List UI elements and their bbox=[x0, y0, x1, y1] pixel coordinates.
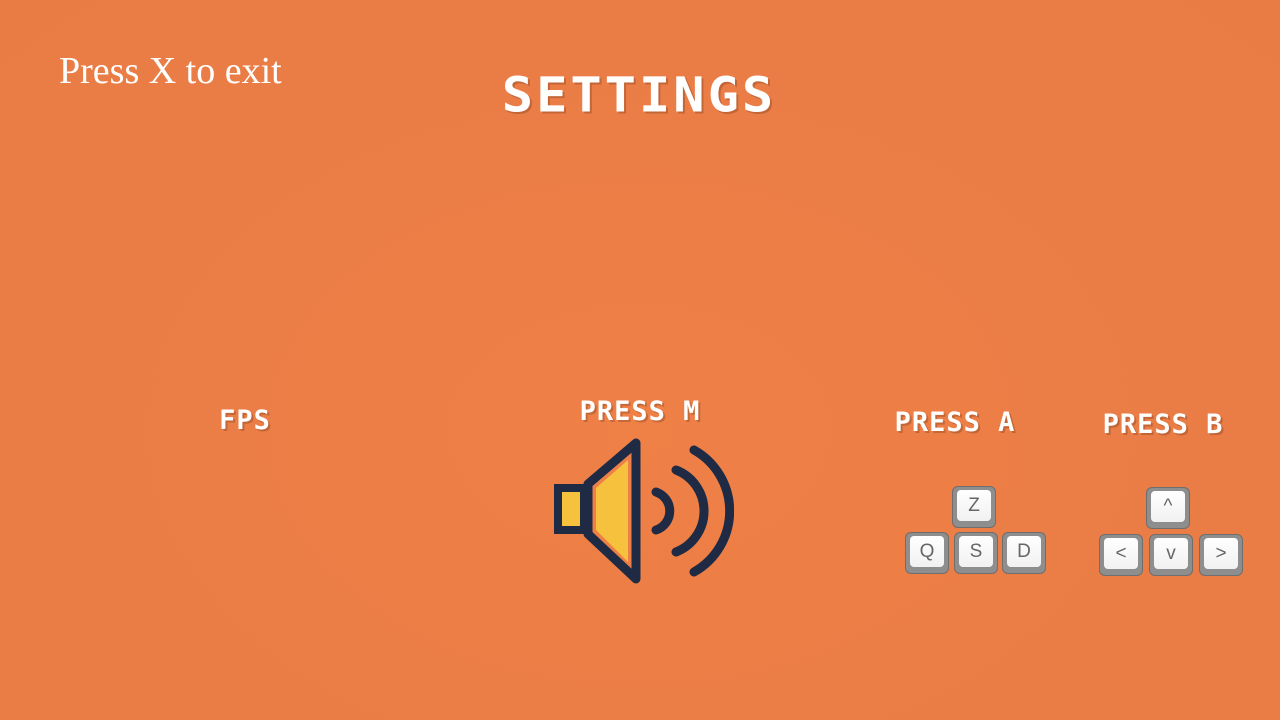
key-arrow-right-label: > bbox=[1204, 538, 1238, 569]
sound-wave-large bbox=[689, 445, 734, 577]
key-q[interactable]: Q bbox=[905, 532, 949, 574]
page-title: SETTINGS bbox=[501, 68, 777, 124]
key-z-label: Z bbox=[957, 490, 991, 521]
movement-keys-label: PRESS A bbox=[894, 407, 1016, 438]
key-q-label: Q bbox=[910, 536, 944, 567]
key-arrow-left-label: < bbox=[1104, 538, 1138, 569]
sound-toggle-label: PRESS M bbox=[579, 396, 701, 427]
speaker-body-fill bbox=[562, 492, 580, 526]
speaker-volume-icon[interactable] bbox=[548, 438, 734, 584]
arrow-keys-label: PRESS B bbox=[1102, 409, 1224, 440]
key-arrow-left[interactable]: < bbox=[1099, 534, 1143, 576]
key-arrow-up-label: ^ bbox=[1151, 491, 1185, 522]
fps-label: FPS bbox=[219, 405, 271, 436]
key-arrow-down[interactable]: v bbox=[1149, 534, 1193, 576]
key-arrow-down-label: v bbox=[1154, 538, 1188, 569]
key-arrow-right[interactable]: > bbox=[1199, 534, 1243, 576]
key-d-label: D bbox=[1007, 536, 1041, 567]
sound-wave-small bbox=[651, 487, 675, 535]
exit-hint: Press X to exit bbox=[59, 50, 282, 92]
key-arrow-up[interactable]: ^ bbox=[1146, 487, 1190, 529]
key-z[interactable]: Z bbox=[952, 486, 996, 528]
key-s-label: S bbox=[959, 536, 993, 567]
key-s[interactable]: S bbox=[954, 532, 998, 574]
sound-wave-medium bbox=[671, 465, 709, 557]
key-d[interactable]: D bbox=[1002, 532, 1046, 574]
